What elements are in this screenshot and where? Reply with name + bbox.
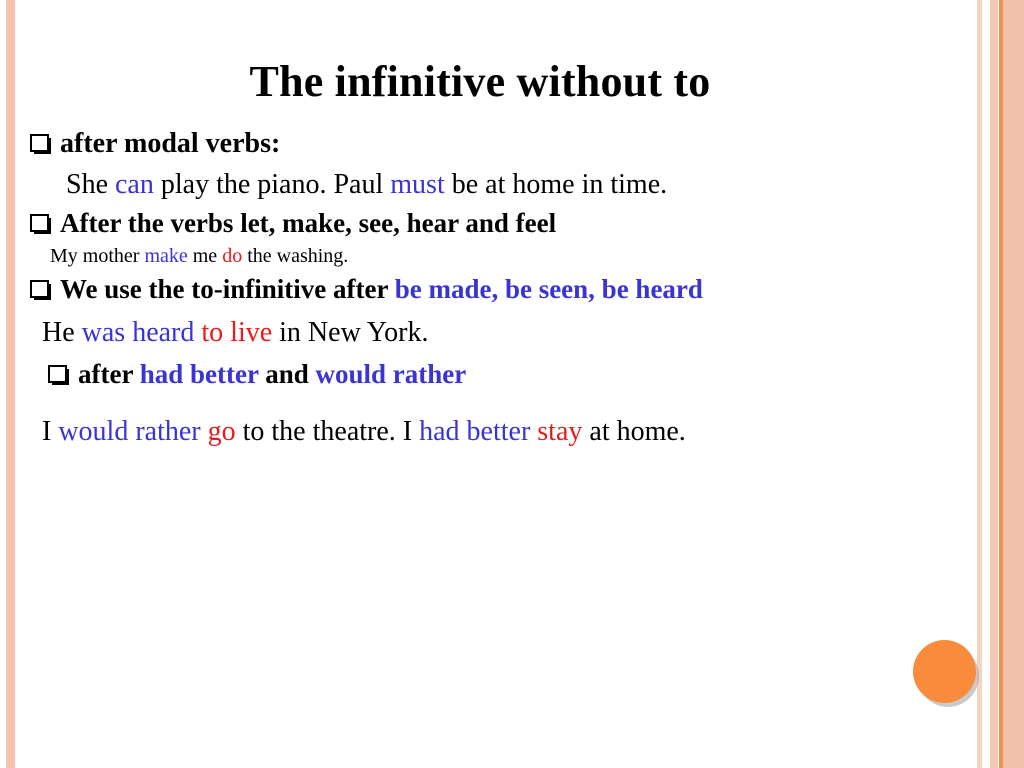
example-1-keyword-can: can — [115, 168, 154, 200]
example-2-keyword-make: make — [144, 244, 188, 267]
example-3-keyword-was-heard: was heard — [81, 316, 202, 348]
decorative-orange-circle — [913, 640, 976, 703]
example-2-part-3: the washing. — [242, 244, 349, 267]
bullet-heading-4-keyword-had-better: had better — [139, 358, 259, 389]
example-3-part-1: He — [42, 316, 82, 348]
example-1-part-1: She — [66, 168, 115, 200]
bullet-heading-2: After the verbs let, make, see, hear and… — [30, 208, 960, 239]
right-border-fill — [1003, 0, 1024, 768]
example-3: He was heard to live in New York. — [30, 317, 960, 349]
example-4: I would rather go to the theatre. I had … — [30, 416, 960, 448]
example-4-keyword-stay: stay — [537, 415, 583, 447]
square-bullet-icon — [48, 364, 69, 385]
example-3-part-2: in New York. — [272, 316, 429, 348]
example-2-keyword-do: do — [222, 244, 243, 267]
example-4-keyword-had-better: had better — [419, 415, 538, 447]
bullet-heading-3-text-blue: be made, be seen, be heard — [394, 273, 703, 304]
example-4-keyword-go: go — [207, 415, 236, 447]
example-1: She can play the piano. Paul must be at … — [30, 169, 960, 201]
example-3-keyword-to-live: to live — [201, 316, 273, 348]
bullet-heading-4-part-2: and — [258, 358, 316, 389]
right-border-pale-stripe — [990, 0, 998, 768]
example-2: My mother make me do the washing. — [30, 245, 960, 268]
bullet-heading-1: after modal verbs: — [30, 128, 960, 160]
square-bullet-icon — [30, 214, 51, 235]
square-bullet-icon — [30, 134, 51, 154]
bullet-heading-1-text: after modal verbs: — [60, 128, 281, 159]
example-1-keyword-must: must — [390, 168, 445, 200]
square-bullet-icon — [30, 279, 51, 300]
left-border-stripe — [6, 0, 15, 768]
example-2-part-1: My mother — [50, 244, 145, 267]
example-4-keyword-would-rather: would rather — [58, 415, 208, 447]
slide: The infinitive without to after modal ve… — [0, 0, 1024, 768]
bullet-heading-4: after had better and would rather — [30, 359, 960, 390]
example-4-part-3: at home. — [582, 415, 686, 447]
example-2-part-2: me — [187, 244, 223, 267]
slide-content: after modal verbs: She can play the pian… — [30, 128, 960, 448]
example-4-part-2: to the theatre. I — [235, 415, 420, 447]
example-1-part-2: play the piano. Paul — [153, 168, 391, 200]
example-4-part-1: I — [42, 415, 59, 447]
right-border-thin-stripe — [977, 0, 982, 768]
bullet-heading-3: We use the to-infinitive after be made, … — [30, 274, 960, 305]
slide-title: The infinitive without to — [249, 57, 711, 107]
bullet-heading-4-keyword-would-rather: would rather — [315, 358, 467, 389]
bullet-heading-4-part-1: after — [78, 358, 140, 389]
example-1-part-3: be at home in time. — [444, 168, 668, 200]
bullet-heading-2-text: After the verbs let, make, see, hear and… — [60, 208, 557, 239]
bullet-heading-3-text-black: We use the to-infinitive after — [60, 273, 395, 304]
